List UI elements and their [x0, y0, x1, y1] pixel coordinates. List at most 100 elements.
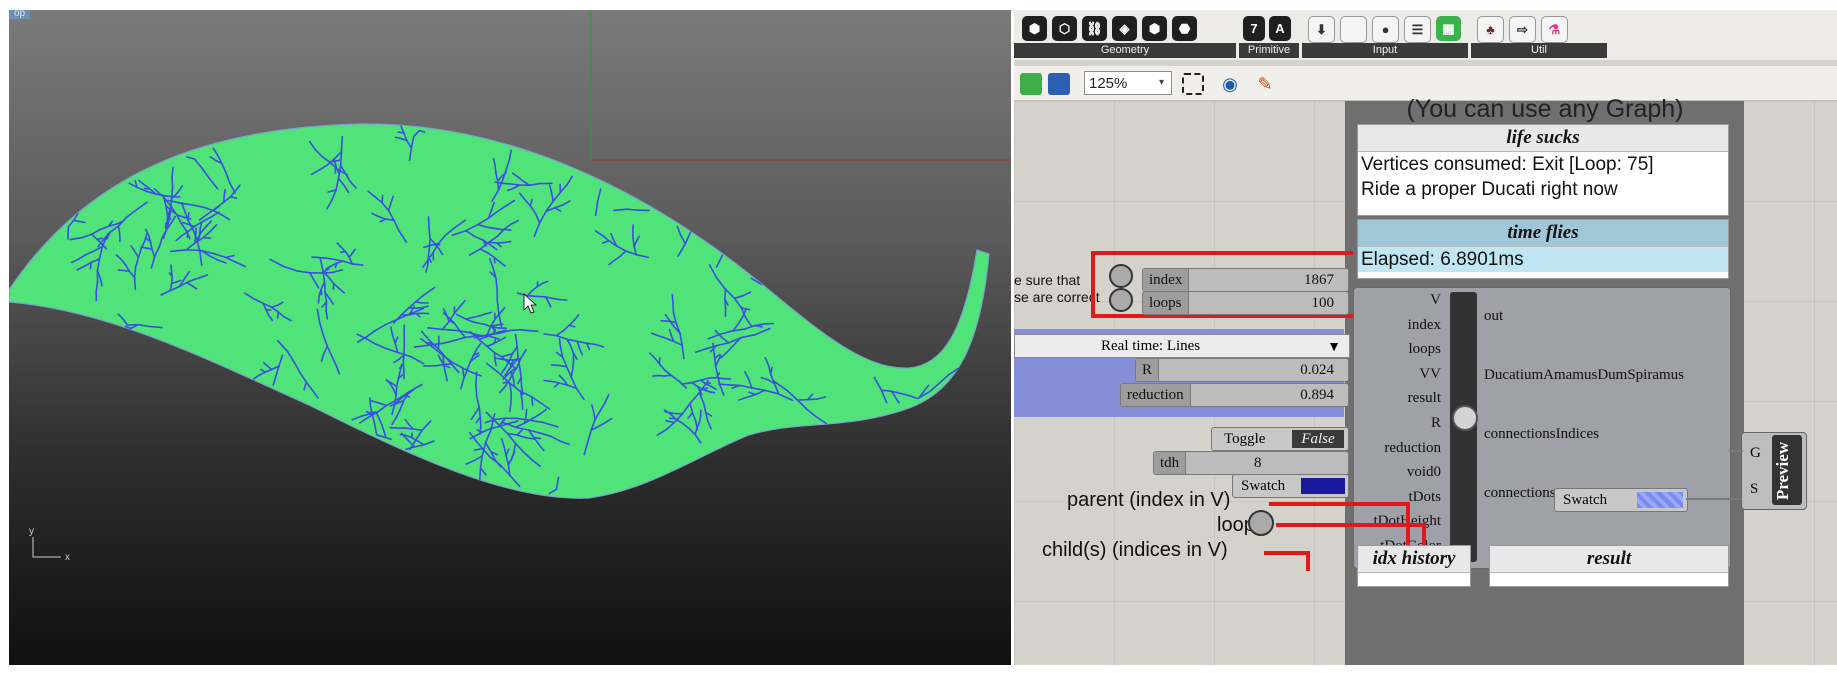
preview-body: Preview [1772, 435, 1802, 505]
slider-reduction[interactable]: reduction 0.894 [1120, 383, 1349, 407]
vein-segment [496, 180, 500, 191]
note-line: se are correct [1014, 289, 1100, 305]
vein-segment [503, 240, 512, 244]
component-input-index[interactable]: index [1408, 317, 1441, 334]
vein-segment [198, 227, 201, 236]
link-param-icon[interactable]: ⛓ [1082, 16, 1107, 41]
swatch-color[interactable] [1301, 478, 1345, 494]
ribbon-panel-input[interactable]: ⬇ ● ☰ ▦ Input [1302, 10, 1468, 60]
vein-segment [494, 164, 497, 174]
panel-idx-history[interactable]: idx history [1357, 545, 1471, 587]
axis-gizmo-icon [32, 537, 61, 558]
slider-r[interactable]: R 0.024 [1135, 358, 1349, 382]
ribbon-panel-geometry[interactable]: ⬢ ⬡ ⛓ ◈ ⬢ ⬣ Geometry [1014, 10, 1236, 60]
leaf-render: y x [9, 10, 1011, 563]
boolean-toggle[interactable]: Toggle False [1211, 427, 1349, 451]
preview-port-s: S [1750, 481, 1759, 497]
swatch-color[interactable] [1637, 492, 1683, 508]
component-input-void0[interactable]: void0 [1407, 464, 1441, 481]
component-input-result[interactable]: result [1408, 390, 1441, 407]
slider-index[interactable]: index 1867 [1142, 268, 1349, 292]
rhino-viewport[interactable]: op y x [9, 10, 1011, 665]
swatch-input[interactable]: Swatch [1232, 474, 1349, 498]
value-list-realtime[interactable]: Real time: Lines ▼ [1014, 334, 1350, 358]
hexagon-param-icon[interactable]: ⬢ [1022, 16, 1047, 41]
gradient-icon[interactable]: ▦ [1436, 16, 1461, 41]
component-output-connections[interactable]: connections [1484, 485, 1556, 502]
component-input-v[interactable]: V [1430, 292, 1441, 309]
slider-tdh[interactable]: tdh 8 [1153, 451, 1349, 475]
surface-param-icon[interactable]: ⬢ [1142, 16, 1167, 41]
panel-life-sucks[interactable]: life sucks Vertices consumed: Exit [Loop… [1357, 124, 1729, 216]
slider-grip-icon[interactable] [1109, 288, 1133, 312]
panel-title: result [1490, 546, 1728, 573]
vein-segment [663, 374, 672, 377]
list-icon[interactable]: ☰ [1404, 16, 1431, 43]
vein-segment [276, 311, 280, 319]
loop-grip-icon[interactable] [1248, 510, 1274, 536]
vein-segment [369, 397, 372, 408]
brush-icon[interactable]: ✎ [1254, 73, 1276, 95]
ribbon-panel-util[interactable]: ♣ ⇨ ⚗ Util [1471, 10, 1607, 60]
mesh-param-icon[interactable]: ◈ [1112, 16, 1137, 41]
vein-segment [427, 247, 431, 258]
number-param-icon[interactable]: 7 [1243, 16, 1265, 41]
preview-component[interactable]: G S Preview [1741, 432, 1807, 510]
component-output-ducatiumamamusdumspiramus[interactable]: DucatiumAmamusDumSpiramus [1484, 367, 1684, 384]
swatch-output[interactable]: Swatch [1554, 488, 1688, 512]
slider-grip-icon[interactable] [1109, 264, 1133, 288]
graph-title: (You can use any Graph) [1406, 95, 1684, 123]
gh-canvas[interactable]: (You can use any Graph) life sucks Verti… [1014, 95, 1837, 665]
component-input-vv[interactable]: VV [1419, 366, 1441, 383]
slider-loops[interactable]: loops 100 [1142, 291, 1349, 315]
wire [1269, 502, 1409, 506]
slider-value: 0.894 [1300, 387, 1334, 403]
vein-segment [528, 329, 539, 333]
vein-segment [428, 237, 431, 249]
component-ribbon: ⬢ ⬡ ⛓ ◈ ⬢ ⬣ Geometry 7 A Primitive ⬇ ● ☰… [1014, 10, 1837, 60]
flask-icon[interactable]: ⚗ [1541, 16, 1568, 43]
button-icon[interactable]: ● [1372, 16, 1399, 43]
vein-segment [712, 349, 716, 359]
arrow-right-icon[interactable]: ⇨ [1509, 16, 1536, 43]
panel-result[interactable]: result [1489, 545, 1729, 587]
component-input-reduction[interactable]: reduction [1384, 440, 1441, 457]
vein-segment [543, 379, 553, 383]
toggle-value[interactable]: False [1292, 430, 1344, 448]
component-output-out[interactable]: out [1484, 308, 1503, 325]
swatch-label: Swatch [1563, 492, 1608, 508]
vein-segment [503, 228, 512, 231]
ribbon-panel-primitive[interactable]: 7 A Primitive [1239, 10, 1299, 60]
vein-segment [122, 269, 131, 273]
vein-segment [478, 467, 482, 481]
component-output-connectionsindices[interactable]: connectionsIndices [1484, 426, 1599, 443]
blank-icon[interactable] [1340, 16, 1367, 43]
vein-segment [508, 401, 512, 413]
component-input-tdots[interactable]: tDots [1408, 489, 1441, 506]
vein-segment [317, 295, 320, 304]
vein-segment [533, 436, 542, 440]
preview-mode-icon[interactable] [1182, 73, 1204, 95]
brep-param-icon[interactable]: ⬣ [1172, 16, 1197, 41]
vein-segment [311, 256, 320, 259]
save-file-icon[interactable] [1048, 73, 1070, 95]
tree-icon[interactable]: ♣ [1477, 16, 1504, 43]
vein-segment [500, 358, 508, 361]
swatch-label: Swatch [1241, 478, 1286, 494]
curve-param-icon[interactable]: ⬡ [1052, 16, 1077, 41]
component-input-loops[interactable]: loops [1408, 341, 1441, 358]
ribbon-label-util: Util [1471, 43, 1607, 58]
triangle-down-icon[interactable]: ▼ [1327, 335, 1341, 357]
download-icon[interactable]: ⬇ [1308, 16, 1335, 43]
vein-segment [187, 212, 190, 221]
vein-segment [658, 357, 661, 365]
open-file-icon[interactable] [1020, 73, 1042, 95]
vein-segment [501, 182, 512, 185]
chevron-down-icon[interactable]: ▾ [1159, 71, 1173, 95]
wire [1729, 450, 1743, 452]
eye-icon[interactable]: ◉ [1219, 73, 1241, 95]
component-input-r[interactable]: R [1431, 415, 1441, 432]
vein-segment [708, 390, 716, 394]
panel-time-flies[interactable]: time flies Elapsed: 6.8901ms [1357, 219, 1729, 279]
text-param-icon[interactable]: A [1269, 16, 1291, 41]
